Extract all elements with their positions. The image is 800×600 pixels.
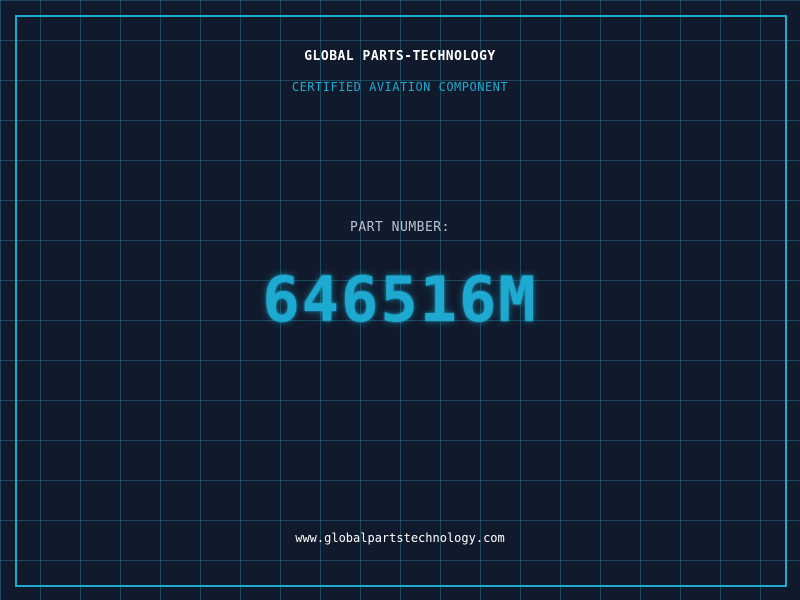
component-subtitle: CERTIFIED AVIATION COMPONENT xyxy=(291,80,509,94)
website-url: www.globalpartstechnology.com xyxy=(295,531,505,545)
part-number-value: 646516M xyxy=(262,263,538,336)
part-card: GLOBAL PARTS-TECHNOLOGY CERTIFIED AVIATI… xyxy=(0,0,800,600)
part-number-label: PART NUMBER: xyxy=(350,220,450,235)
company-name: GLOBAL PARTS-TECHNOLOGY xyxy=(304,49,496,64)
